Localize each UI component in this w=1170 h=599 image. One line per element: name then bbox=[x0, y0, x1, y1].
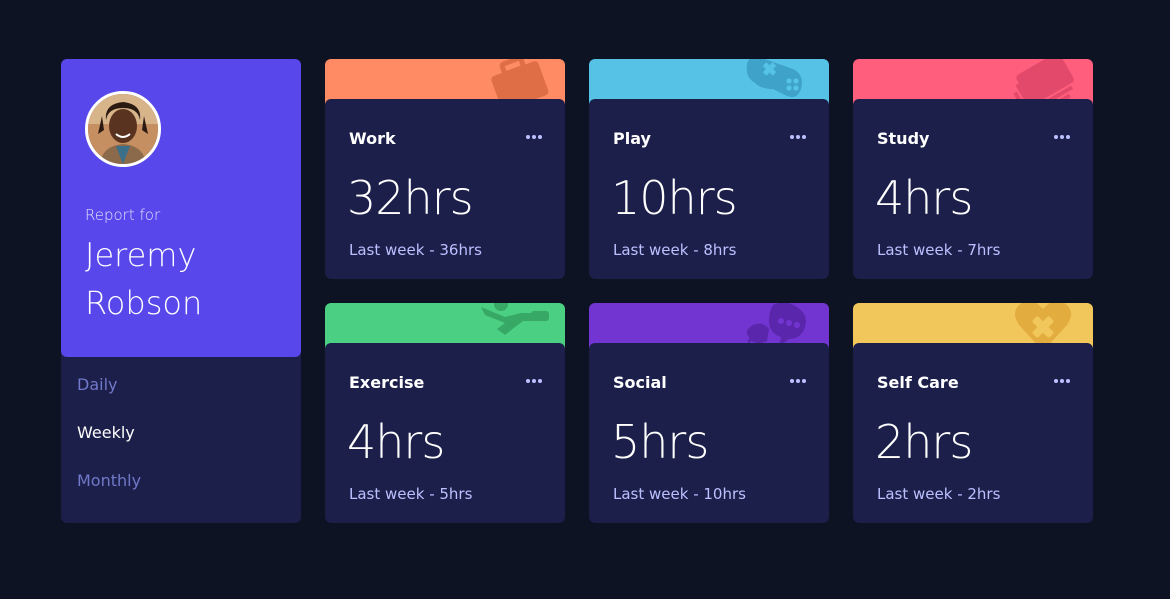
activity-title: Study bbox=[877, 129, 930, 148]
timeframe-monthly[interactable]: Monthly bbox=[77, 471, 141, 490]
ellipsis-menu-icon[interactable] bbox=[1053, 129, 1071, 143]
user-name: Jeremy Robson bbox=[85, 236, 203, 322]
previous-hours: Last week - 2hrs bbox=[877, 485, 1001, 503]
previous-hours: Last week - 5hrs bbox=[349, 485, 473, 503]
activity-card-play: Play 10hrs Last week - 8hrs bbox=[589, 59, 829, 279]
current-hours: 4hrs bbox=[875, 171, 973, 225]
ellipsis-menu-icon[interactable] bbox=[789, 373, 807, 387]
card-body: Study 4hrs Last week - 7hrs bbox=[853, 99, 1093, 279]
card-body: Self Care 2hrs Last week - 2hrs bbox=[853, 343, 1093, 523]
current-hours: 32hrs bbox=[347, 171, 474, 225]
ellipsis-menu-icon[interactable] bbox=[1053, 373, 1071, 387]
activity-title: Social bbox=[613, 373, 667, 392]
ellipsis-menu-icon[interactable] bbox=[789, 129, 807, 143]
previous-hours: Last week - 10hrs bbox=[613, 485, 746, 503]
activity-card-self-care: Self Care 2hrs Last week - 2hrs bbox=[853, 303, 1093, 523]
card-body: Play 10hrs Last week - 8hrs bbox=[589, 99, 829, 279]
timeframe-weekly[interactable]: Weekly bbox=[77, 423, 135, 442]
current-hours: 10hrs bbox=[611, 171, 738, 225]
profile-card: Report for Jeremy Robson Daily Weekly Mo… bbox=[61, 59, 301, 523]
timeframe-daily[interactable]: Daily bbox=[77, 375, 117, 394]
activity-title: Exercise bbox=[349, 373, 425, 392]
ellipsis-menu-icon[interactable] bbox=[525, 373, 543, 387]
card-body: Work 32hrs Last week - 36hrs bbox=[325, 99, 565, 279]
card-body: Exercise 4hrs Last week - 5hrs bbox=[325, 343, 565, 523]
report-label: Report for bbox=[85, 206, 161, 224]
profile-header: Report for Jeremy Robson bbox=[61, 59, 301, 357]
card-body: Social 5hrs Last week - 10hrs bbox=[589, 343, 829, 523]
activity-card-social: Social 5hrs Last week - 10hrs bbox=[589, 303, 829, 523]
ellipsis-menu-icon[interactable] bbox=[525, 129, 543, 143]
time-tracking-dashboard: Report for Jeremy Robson Daily Weekly Mo… bbox=[61, 59, 1093, 523]
avatar-portrait-icon bbox=[88, 94, 158, 164]
activity-card-work: Work 32hrs Last week - 36hrs bbox=[325, 59, 565, 279]
previous-hours: Last week - 36hrs bbox=[349, 241, 482, 259]
activity-title: Play bbox=[613, 129, 651, 148]
previous-hours: Last week - 8hrs bbox=[613, 241, 737, 259]
activity-card-study: Study 4hrs Last week - 7hrs bbox=[853, 59, 1093, 279]
activity-title: Work bbox=[349, 129, 396, 148]
current-hours: 4hrs bbox=[347, 415, 445, 469]
activity-title: Self Care bbox=[877, 373, 959, 392]
activity-card-exercise: Exercise 4hrs Last week - 5hrs bbox=[325, 303, 565, 523]
current-hours: 2hrs bbox=[875, 415, 973, 469]
current-hours: 5hrs bbox=[611, 415, 709, 469]
previous-hours: Last week - 7hrs bbox=[877, 241, 1001, 259]
avatar bbox=[85, 91, 161, 167]
